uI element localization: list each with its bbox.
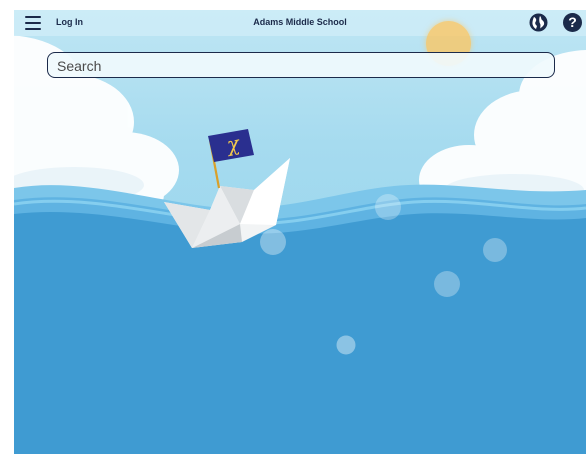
search-input[interactable] <box>55 53 549 78</box>
language-button[interactable] <box>529 13 548 32</box>
bubble <box>483 238 507 262</box>
hamburger-line <box>25 28 41 30</box>
globe-icon <box>529 13 548 32</box>
search-bar[interactable] <box>47 52 555 78</box>
help-icon[interactable]: ? <box>563 13 582 32</box>
flag-logo-text: χ <box>224 131 242 157</box>
top-bar: Log In Adams Middle School ? <box>14 10 586 36</box>
school-name: Adams Middle School <box>253 17 347 27</box>
app-screen: χ Log In Adams Middle School ? <box>14 10 586 454</box>
bubble <box>260 229 286 255</box>
bubble <box>434 271 460 297</box>
bubble <box>375 194 401 220</box>
bubble <box>336 335 356 355</box>
